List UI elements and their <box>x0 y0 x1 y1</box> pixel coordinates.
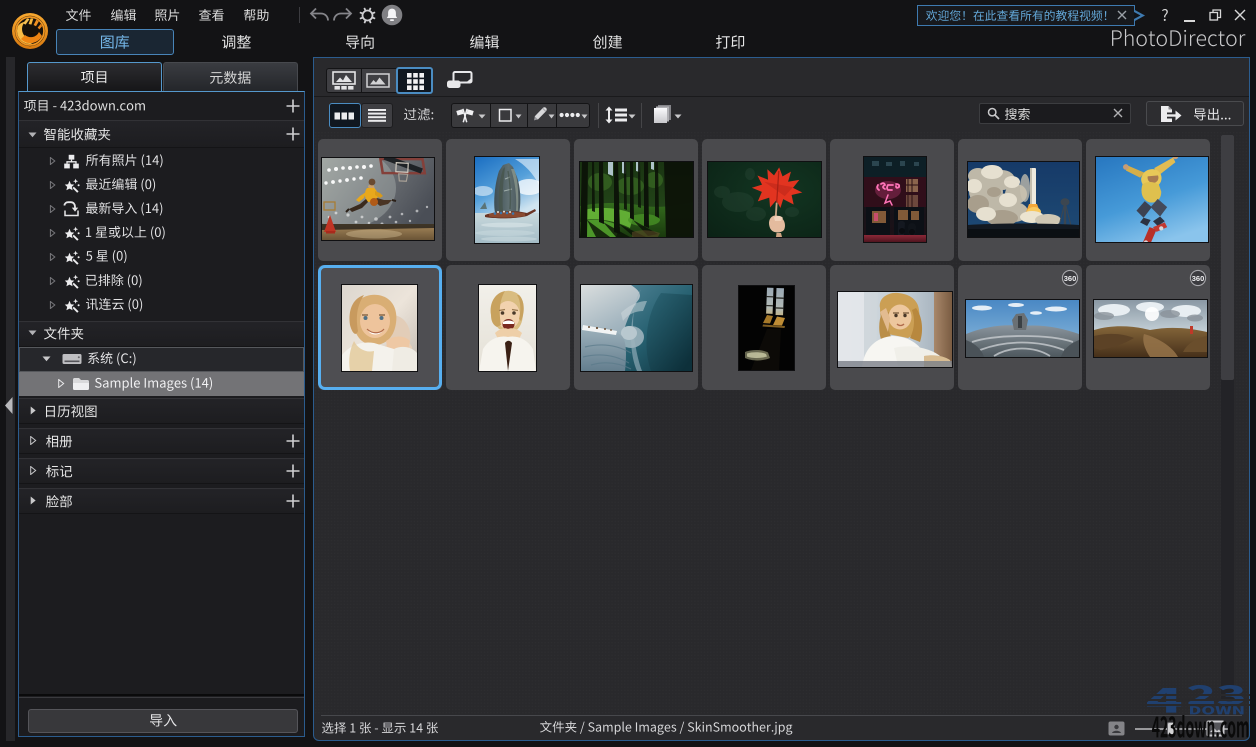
svg-text:360: 360 <box>1192 274 1205 283</box>
svg-text:360: 360 <box>1064 274 1077 283</box>
